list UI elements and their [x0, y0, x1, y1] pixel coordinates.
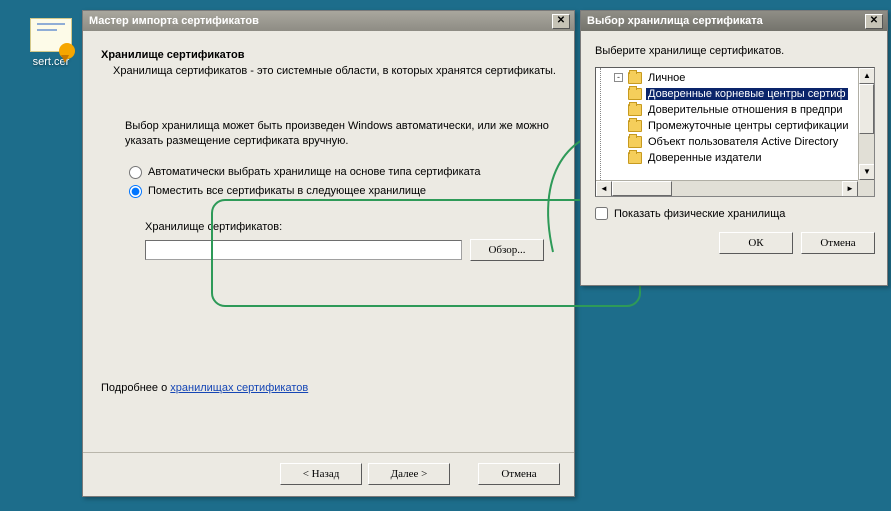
tree-expander-icon[interactable]: - — [614, 73, 623, 82]
tree-item-label: Доверительные отношения в предпри — [646, 104, 845, 116]
tree-item[interactable]: Объект пользователя Active Directory — [600, 134, 858, 150]
tree-item-label: Доверенные корневые центры сертиф — [646, 88, 848, 100]
tree-item-label: Личное — [646, 72, 687, 84]
scroll-thumb-horizontal[interactable] — [612, 181, 672, 196]
store-input[interactable] — [145, 240, 462, 260]
tree-item-label: Объект пользователя Active Directory — [646, 136, 840, 148]
scroll-right-icon[interactable]: ► — [842, 181, 858, 197]
more-info: Подробнее о хранилищах сертификатов — [101, 382, 556, 394]
store-selector-window: Выбор хранилища сертификата ✕ Выберите х… — [580, 10, 888, 286]
tree-item[interactable]: Промежуточные центры сертификации — [600, 118, 858, 134]
certificate-icon — [30, 18, 72, 52]
folder-icon — [628, 152, 642, 164]
close-icon[interactable]: ✕ — [865, 14, 883, 29]
store-field-label: Хранилище сертификатов: — [145, 221, 544, 233]
close-icon[interactable]: ✕ — [552, 14, 570, 29]
ok-button[interactable]: ОК — [719, 232, 793, 254]
selector-title: Выбор хранилища сертификата — [587, 15, 865, 27]
tree-item-label: Доверенные издатели — [646, 152, 763, 164]
wizard-title: Мастер импорта сертификатов — [89, 15, 552, 27]
radio-place-all-label: Поместить все сертификаты в следующее хр… — [148, 185, 426, 197]
radio-auto-select-label: Автоматически выбрать хранилище на основ… — [148, 166, 481, 178]
tree-item[interactable]: Доверенные корневые центры сертиф — [600, 86, 858, 102]
radio-auto-select[interactable]: Автоматически выбрать хранилище на основ… — [129, 163, 556, 182]
more-info-prefix: Подробнее о — [101, 382, 170, 394]
store-group: Хранилище сертификатов: Обзор... — [129, 211, 556, 277]
wizard-intro-text: Выбор хранилища может быть произведен Wi… — [125, 119, 556, 149]
selector-titlebar[interactable]: Выбор хранилища сертификата ✕ — [581, 11, 887, 31]
more-info-link[interactable]: хранилищах сертификатов — [170, 382, 308, 394]
radio-place-all[interactable]: Поместить все сертификаты в следующее хр… — [129, 182, 556, 201]
cancel-button[interactable]: Отмена — [478, 463, 560, 485]
scroll-left-icon[interactable]: ◄ — [596, 181, 612, 197]
scrollbar-vertical[interactable]: ▲ ▼ — [858, 68, 874, 180]
wizard-titlebar[interactable]: Мастер импорта сертификатов ✕ — [83, 11, 574, 31]
folder-icon — [628, 88, 642, 100]
show-physical-label: Показать физические хранилища — [614, 208, 785, 220]
tree-item[interactable]: - Личное — [600, 70, 858, 86]
folder-icon — [628, 72, 642, 84]
radio-auto-select-input[interactable] — [129, 166, 142, 179]
wizard-window: Мастер импорта сертификатов ✕ Хранилище … — [82, 10, 575, 497]
scroll-down-icon[interactable]: ▼ — [859, 164, 875, 180]
back-button[interactable]: < Назад — [280, 463, 362, 485]
show-physical-checkbox[interactable]: Показать физические хранилища — [595, 207, 875, 220]
browse-button[interactable]: Обзор... — [470, 239, 544, 261]
tree-item[interactable]: Доверенные издатели — [600, 150, 858, 166]
scroll-corner — [858, 180, 874, 196]
scrollbar-horizontal[interactable]: ◄ ► — [596, 180, 858, 196]
tree-item-label: Промежуточные центры сертификации — [646, 120, 850, 132]
store-tree[interactable]: - Личное Доверенные корневые центры сертиф… — [595, 67, 875, 197]
scroll-up-icon[interactable]: ▲ — [859, 68, 875, 84]
tree-item[interactable]: Доверительные отношения в предпри — [600, 102, 858, 118]
desktop-file-label: sert.cer — [22, 56, 80, 68]
next-button[interactable]: Далее > — [368, 463, 450, 485]
scroll-thumb-vertical[interactable] — [859, 84, 874, 134]
folder-icon — [628, 104, 642, 116]
folder-icon — [628, 136, 642, 148]
radio-place-all-input[interactable] — [129, 185, 142, 198]
wizard-heading: Хранилище сертификатов — [101, 49, 556, 61]
folder-icon — [628, 120, 642, 132]
wizard-footer: < Назад Далее > Отмена — [83, 452, 574, 496]
selector-cancel-button[interactable]: Отмена — [801, 232, 875, 254]
desktop-file-sert[interactable]: sert.cer — [22, 18, 80, 68]
show-physical-input[interactable] — [595, 207, 608, 220]
wizard-subheading: Хранилища сертификатов - это системные о… — [113, 65, 556, 77]
selector-prompt: Выберите хранилище сертификатов. — [595, 45, 875, 57]
selector-footer: ОК Отмена — [595, 232, 875, 254]
